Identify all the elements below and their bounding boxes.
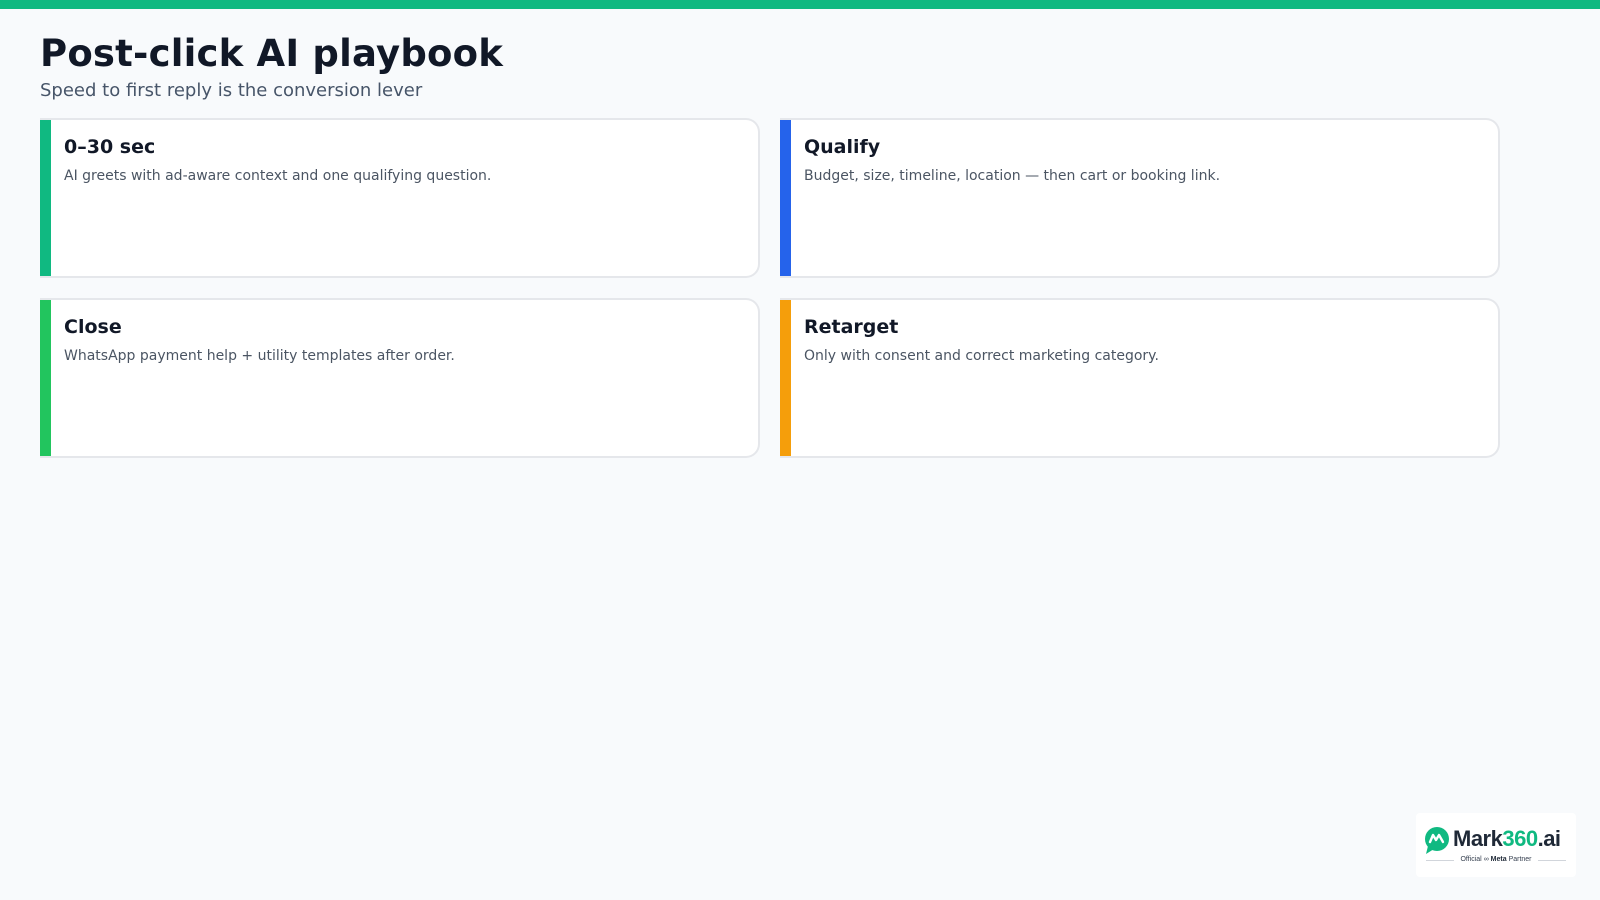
card-retarget: Retarget Only with consent and correct m…: [780, 298, 1500, 458]
playbook-cards: 0–30 sec AI greets with ad-aware context…: [40, 118, 1500, 458]
card-title: 0–30 sec: [64, 136, 156, 158]
logo-tag-official: Official: [1460, 856, 1482, 863]
logo-wordmark-part: 360: [1502, 826, 1538, 851]
chat-bubble-logo-icon: [1425, 827, 1449, 854]
meta-infinity-icon: ∞: [1483, 856, 1489, 863]
card-title: Qualify: [804, 136, 881, 158]
logo-tag-partner: Partner: [1508, 856, 1532, 863]
page-subtitle: Speed to first reply is the conversion l…: [40, 80, 423, 101]
logo-tag-meta: Meta: [1490, 856, 1507, 863]
card-text: WhatsApp payment help + utility template…: [64, 348, 455, 364]
card-text: AI greets with ad-aware context and one …: [64, 168, 492, 184]
card-qualify: Qualify Budget, size, timeline, location…: [780, 118, 1500, 278]
slide-header: Post-click AI playbook Speed to first re…: [40, 32, 503, 103]
card-accent-bar: [40, 120, 51, 276]
card-title: Close: [64, 316, 122, 338]
top-accent-bar: [0, 0, 1600, 9]
logo-partner-tag: Official ∞ Meta Partner: [1416, 855, 1576, 865]
card-text: Only with consent and correct marketing …: [804, 348, 1159, 364]
logo-wordmark-part: .ai: [1537, 826, 1561, 851]
card-text: Budget, size, timeline, location — then …: [804, 168, 1221, 184]
brand-logo: Mark360.ai Official ∞ Meta Partner: [1416, 813, 1576, 877]
logo-wordmark: Mark360.ai: [1453, 827, 1561, 851]
logo-wordmark-part: Mark: [1453, 826, 1503, 851]
card-0-30-sec: 0–30 sec AI greets with ad-aware context…: [40, 118, 760, 278]
card-title: Retarget: [804, 316, 899, 338]
card-accent-bar: [780, 120, 791, 276]
card-accent-bar: [780, 300, 791, 456]
card-close: Close WhatsApp payment help + utility te…: [40, 298, 760, 458]
page-title: Post-click AI playbook: [40, 32, 504, 75]
card-accent-bar: [40, 300, 51, 456]
